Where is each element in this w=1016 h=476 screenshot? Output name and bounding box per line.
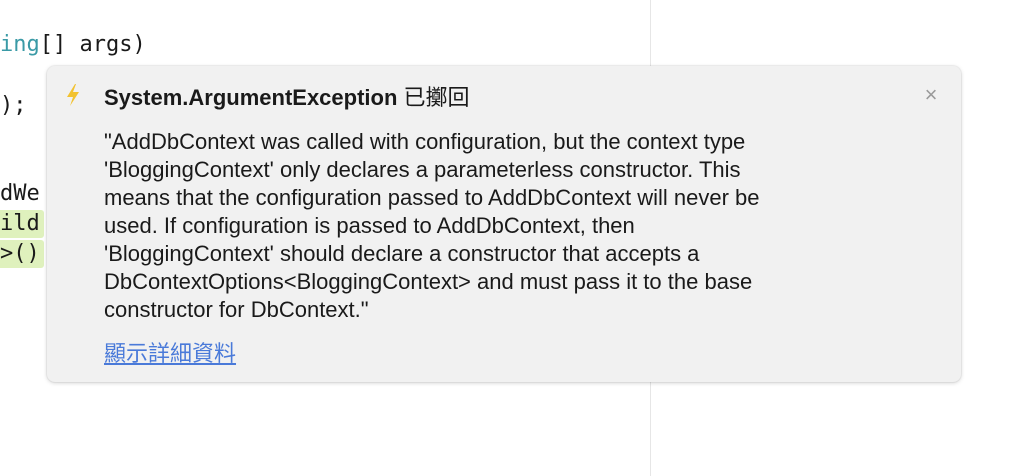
code-line: dWe (0, 181, 40, 206)
exception-popup: System.ArgumentException 已擲回 × "AddDbCon… (47, 66, 961, 382)
show-details-link[interactable]: 顯示詳細資料 (104, 340, 236, 368)
exception-title: System.ArgumentException 已擲回 (104, 84, 470, 112)
code-line-highlighted: ild (0, 210, 44, 238)
message-line: means that the configuration passed to A… (104, 185, 760, 210)
code-editor[interactable]: ing[] args) ); dWe ild >() System.Argume… (0, 0, 1016, 476)
message-line: "AddDbContext was called with configurat… (104, 129, 746, 154)
lightning-bolt-icon (67, 84, 79, 106)
message-line: used. If configuration is passed to AddD… (104, 213, 635, 238)
exception-message: "AddDbContext was called with configurat… (104, 128, 894, 324)
code-line-args: ing[] args) (0, 31, 146, 59)
code-line: ); (0, 93, 27, 118)
code-line-highlighted: >() (0, 240, 44, 268)
code-type-token: ing (0, 32, 40, 57)
message-line: constructor for DbContext." (104, 297, 369, 322)
close-icon[interactable]: × (921, 84, 941, 106)
code-token: [] args) (39, 32, 146, 57)
message-line: 'BloggingContext' only declares a parame… (104, 157, 741, 182)
message-line: 'BloggingContext' should declare a const… (104, 241, 700, 266)
exception-status: 已擲回 (403, 85, 470, 110)
message-line: DbContextOptions<BloggingContext> and mu… (104, 269, 753, 294)
exception-name: System.ArgumentException (104, 85, 398, 110)
